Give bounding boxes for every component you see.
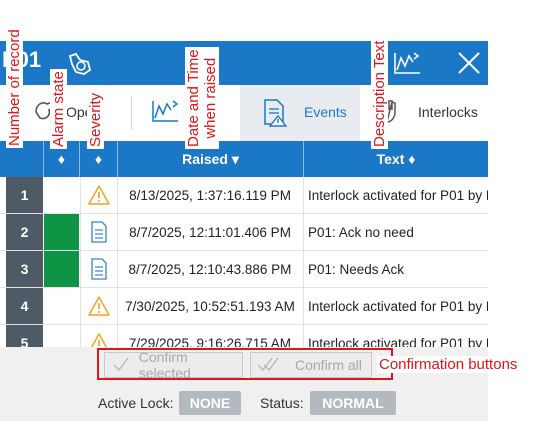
info-document-icon <box>82 214 116 250</box>
annotation-confirmation: Confirmation buttons <box>377 356 520 373</box>
toolbar-divider <box>131 96 132 130</box>
column-header-text[interactable]: Text ♦ <box>304 141 488 177</box>
table-row[interactable]: 2 8/7/2025, 12:11:01.406 PM P01: Ack no ne… <box>0 214 488 251</box>
text-cell: P01: Needs Ack <box>308 261 405 277</box>
text-cell: Interlock activated for P01 by L <box>308 187 488 203</box>
tab-trend-icon[interactable] <box>150 98 182 124</box>
annotation-date-time: Date and Time when raised <box>185 47 219 149</box>
annotation-severity: Severity <box>87 90 104 149</box>
row-number: 3 <box>6 251 43 287</box>
table-row[interactable]: 1 8/13/2025, 1:37:16.119 PM Interlock acti… <box>0 177 488 214</box>
raised-cell: 7/30/2025, 10:52:51.193 AM <box>125 298 295 314</box>
text-cell: Interlock activated for P01 by L <box>308 298 488 314</box>
annotation-description: Description Text <box>371 38 388 149</box>
row-number: 2 <box>6 214 43 250</box>
table-row[interactable]: 3 8/7/2025, 12:10:43.886 PM P01: Needs Ack <box>0 251 488 288</box>
warning-triangle-icon <box>82 177 116 213</box>
column-divider <box>303 177 304 347</box>
alarm-state-cell <box>44 288 79 324</box>
trend-chart-icon[interactable] <box>392 50 422 76</box>
row-number: 1 <box>6 177 43 213</box>
annotation-date-time-line1: Date and Time <box>185 49 202 147</box>
tab-events-label[interactable]: Events <box>304 104 347 120</box>
tab-interlocks[interactable]: Interlocks <box>418 104 478 120</box>
table-row[interactable]: 4 7/30/2025, 10:52:51.193 AM Interlock act… <box>0 288 488 325</box>
text-cell: P01: Ack no need <box>308 224 414 240</box>
raised-cell: 8/13/2025, 1:37:16.119 PM <box>129 187 291 203</box>
raised-cell: 8/7/2025, 12:10:43.886 PM <box>128 261 292 277</box>
events-document-icon <box>262 98 288 128</box>
alarm-state-cell <box>44 214 79 250</box>
row-number: 4 <box>6 288 43 324</box>
alarm-state-cell <box>44 177 79 213</box>
close-icon[interactable] <box>455 49 483 77</box>
alarm-state-cell <box>44 251 79 287</box>
status-badge: NORMAL <box>310 391 396 415</box>
annotation-number-of-record: Number of record <box>6 27 23 148</box>
raised-cell: 8/7/2025, 12:11:01.406 PM <box>129 224 291 240</box>
confirmation-highlight-box <box>97 348 393 380</box>
info-document-icon <box>82 251 116 287</box>
pump-icon <box>66 50 94 78</box>
active-lock-label: Active Lock: <box>98 395 174 411</box>
column-divider <box>80 177 81 347</box>
annotation-alarm-state: Alarm state <box>50 69 67 149</box>
annotation-date-time-line2: when raised <box>202 57 219 139</box>
status-label: Status: <box>260 395 304 411</box>
warning-triangle-icon <box>82 288 116 324</box>
active-lock-badge: NONE <box>179 391 241 415</box>
column-divider <box>117 177 118 347</box>
status-bar <box>0 385 488 421</box>
